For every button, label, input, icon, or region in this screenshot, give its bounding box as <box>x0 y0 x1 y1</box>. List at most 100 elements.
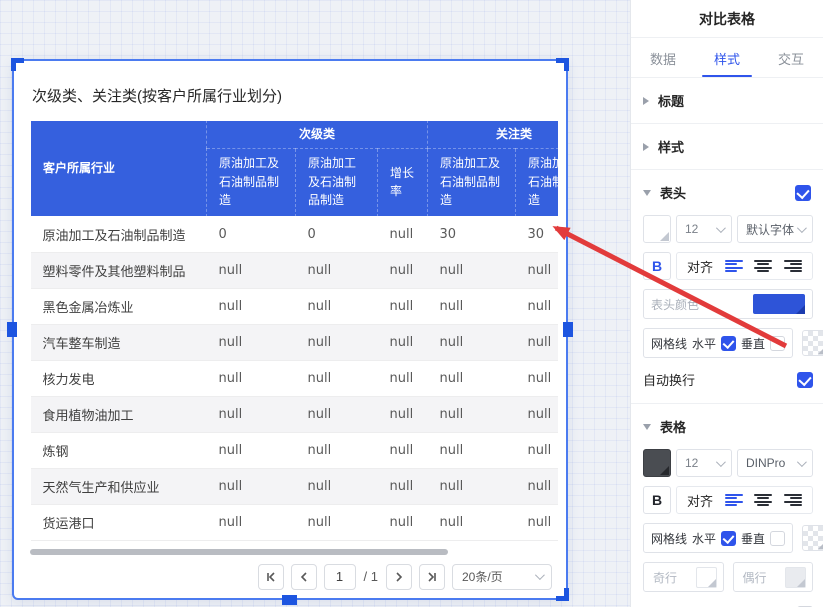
table-align-group: 对齐 <box>676 486 813 514</box>
table-widget-card[interactable]: 次级类、关注类(按客户所属行业划分) 客户所属行业次级类关注类原油加工及石油制品… <box>12 59 568 600</box>
tab-data[interactable]: 数据 <box>631 38 695 77</box>
column-header[interactable]: 原油加工及石油制品制造 <box>516 148 558 216</box>
table-horizontal-gridline-checkbox[interactable] <box>721 531 736 546</box>
row-label-cell: 货运港口 <box>31 504 207 540</box>
table-gridline-color-swatch[interactable] <box>802 525 823 551</box>
table-row[interactable]: 黑色金属冶炼业nullnullnullnullnull <box>31 288 559 324</box>
design-canvas: 次级类、关注类(按客户所属行业划分) 客户所属行业次级类关注类原油加工及石油制品… <box>0 0 630 607</box>
table-row[interactable]: 汽车整车制造nullnullnullnullnull <box>31 324 559 360</box>
row-label-cell: 塑料零件及其他塑料制品 <box>31 252 207 288</box>
horizontal-scrollbar[interactable] <box>30 549 448 555</box>
align-left-icon[interactable] <box>725 494 743 507</box>
value-cell: null <box>378 360 428 396</box>
odd-row-color-picker[interactable]: 奇行 <box>643 562 724 592</box>
value-cell: 30 <box>428 216 516 252</box>
align-right-icon[interactable] <box>784 494 802 507</box>
page-size-select[interactable]: 20条/页 <box>452 564 552 590</box>
header-color-swatch[interactable] <box>753 294 805 314</box>
value-cell: 0 <box>207 216 296 252</box>
even-row-color-picker[interactable]: 偶行 <box>733 562 814 592</box>
table-vertical-gridline-checkbox[interactable] <box>770 531 785 546</box>
value-cell: null <box>516 288 558 324</box>
table-row[interactable]: 塑料零件及其他塑料制品nullnullnullnullnull <box>31 252 559 288</box>
value-cell: 30 <box>516 216 558 252</box>
row-label-cell: 炼钢 <box>31 432 207 468</box>
value-cell: null <box>207 468 296 504</box>
header-word-wrap-checkbox[interactable] <box>797 372 813 388</box>
header-color-label: 表头颜色 <box>651 296 699 313</box>
value-cell: null <box>378 216 428 252</box>
table-row[interactable]: 炼钢nullnullnullnullnull <box>31 432 559 468</box>
section-title-header[interactable]: 标题 <box>631 78 823 123</box>
value-cell: null <box>516 324 558 360</box>
align-left-icon[interactable] <box>725 260 743 273</box>
first-page-icon <box>265 571 277 583</box>
section-style-header[interactable]: 样式 <box>631 124 823 169</box>
resize-handle-left[interactable] <box>7 322 17 337</box>
tab-style[interactable]: 样式 <box>695 38 759 77</box>
value-cell: null <box>207 252 296 288</box>
section-table-body-toggle[interactable]: 表格 <box>631 404 823 449</box>
column-header[interactable]: 原油加工及石油制品制造 <box>428 148 516 216</box>
header-color-picker[interactable]: 表头颜色 <box>643 289 813 319</box>
value-cell: null <box>296 432 378 468</box>
chevron-down-icon <box>716 223 726 233</box>
table-font-family-select[interactable]: DINPro <box>737 449 813 477</box>
vertical-label: 垂直 <box>741 335 765 352</box>
chevron-down-icon <box>716 457 726 467</box>
column-header[interactable]: 原油加工及石油制品制造 <box>207 148 296 216</box>
even-row-color-swatch[interactable] <box>785 567 806 588</box>
last-page-button[interactable] <box>419 564 445 590</box>
table-font-size-select[interactable]: 12 <box>676 449 732 477</box>
table-bold-button[interactable]: B <box>643 486 671 514</box>
resize-handle-bottom[interactable] <box>282 595 297 605</box>
caret-right-icon <box>643 97 649 105</box>
header-gridline-color-swatch[interactable] <box>802 330 823 356</box>
first-page-button[interactable] <box>258 564 284 590</box>
table-row[interactable]: 天然气生产和供应业nullnullnullnullnull <box>31 468 559 504</box>
table-row[interactable]: 食用植物油加工nullnullnullnullnull <box>31 396 559 432</box>
header-font-color-swatch[interactable] <box>643 215 671 243</box>
header-horizontal-gridline-checkbox[interactable] <box>721 336 736 351</box>
header-enabled-checkbox[interactable] <box>795 185 811 201</box>
column-header[interactable]: 原油加工及石油制品制造 <box>296 148 378 216</box>
row-label-cell: 核力发电 <box>31 360 207 396</box>
table-row[interactable]: 核力发电nullnullnullnullnull <box>31 360 559 396</box>
chevron-down-icon <box>797 457 807 467</box>
header-font-family-select[interactable]: 默认字体 <box>737 215 813 243</box>
value-cell: null <box>378 288 428 324</box>
value-cell: null <box>207 288 296 324</box>
selection-corner-bottom-right[interactable] <box>556 588 569 601</box>
tab-interaction[interactable]: 交互 <box>759 38 823 77</box>
odd-row-color-swatch[interactable] <box>696 567 717 588</box>
header-bold-button[interactable]: B <box>643 252 671 280</box>
align-right-icon[interactable] <box>784 260 802 273</box>
next-page-button[interactable] <box>386 564 412 590</box>
resize-handle-right[interactable] <box>563 322 573 337</box>
group-header[interactable]: 关注类 <box>428 121 558 149</box>
chevron-down-icon <box>535 570 545 580</box>
selection-corner-top-right[interactable] <box>556 58 569 71</box>
align-center-icon[interactable] <box>754 260 772 273</box>
group-header[interactable]: 次级类 <box>207 121 428 149</box>
column-header[interactable]: 增长率 <box>378 148 428 216</box>
value-cell: null <box>428 252 516 288</box>
table-row[interactable]: 货运港口nullnullnullnullnull <box>31 504 559 540</box>
section-title-block: 标题 <box>631 78 823 124</box>
value-cell: null <box>207 396 296 432</box>
table-row[interactable]: 原油加工及石油制品制造00null3030 <box>31 216 559 252</box>
table-font-color-swatch[interactable] <box>643 449 671 477</box>
section-table-body-block: 表格 12 DINPro B 对齐 <box>631 404 823 607</box>
table-gridline-group: 网格线 水平 垂直 <box>643 523 793 553</box>
page-number-input[interactable] <box>324 564 356 590</box>
selection-corner-top-left[interactable] <box>11 58 24 71</box>
column-header[interactable]: 客户所属行业 <box>31 121 207 217</box>
row-label-cell: 原油加工及石油制品制造 <box>31 216 207 252</box>
header-vertical-gridline-checkbox[interactable] <box>770 336 785 351</box>
section-table-header-toggle[interactable]: 表头 <box>631 170 823 215</box>
value-cell: null <box>207 504 296 540</box>
prev-page-button[interactable] <box>291 564 317 590</box>
comparison-table: 客户所属行业次级类关注类原油加工及石油制品制造原油加工及石油制品制造增长率原油加… <box>30 120 558 541</box>
align-center-icon[interactable] <box>754 494 772 507</box>
header-font-size-select[interactable]: 12 <box>676 215 732 243</box>
